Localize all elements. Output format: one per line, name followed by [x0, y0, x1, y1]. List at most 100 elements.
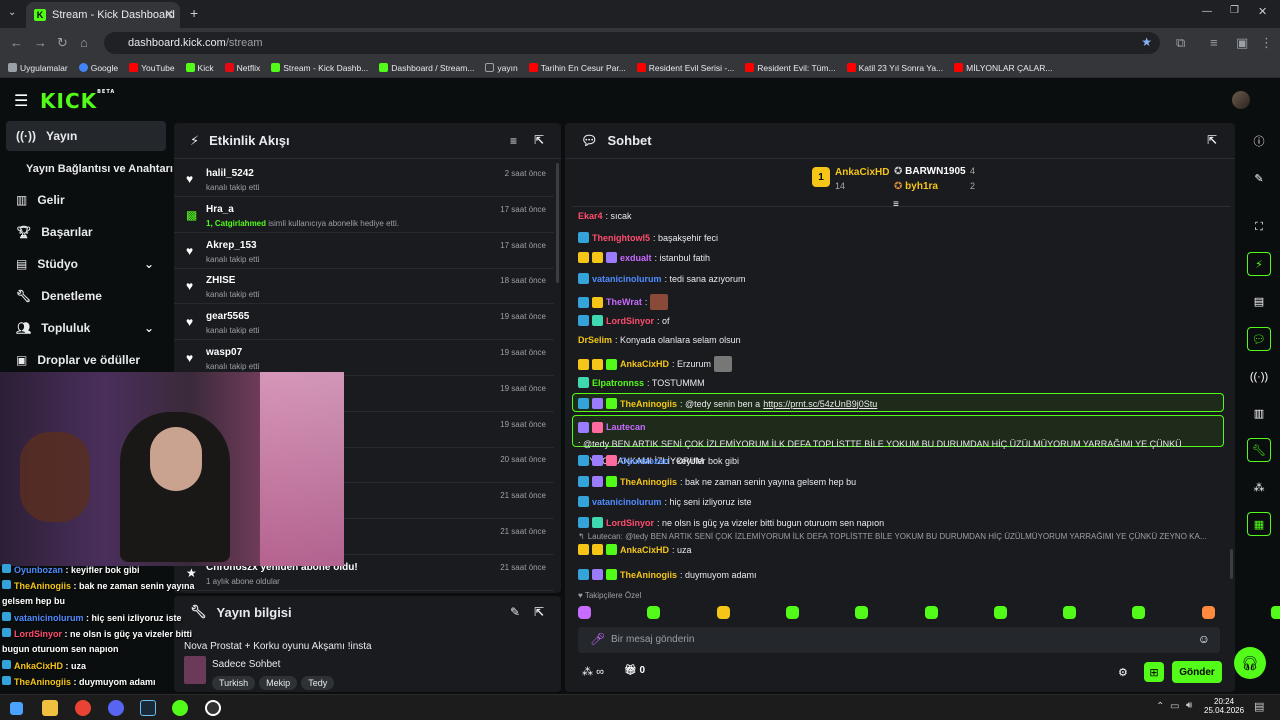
discord-icon[interactable]: [108, 700, 124, 716]
avatar[interactable]: [1232, 91, 1250, 109]
chat-username[interactable]: TheAninogiis: [620, 570, 677, 580]
edit-pencil-icon[interactable]: ✎: [510, 605, 520, 619]
activity-row[interactable]: ♥ wasp07 kanalı takip etti 19 saat önce: [174, 340, 554, 376]
chat-username[interactable]: TheAninogiis: [620, 477, 677, 487]
popout-icon[interactable]: ⇱: [1207, 133, 1217, 147]
forward-icon[interactable]: →: [34, 35, 47, 50]
scrollbar[interactable]: [1230, 549, 1233, 579]
emote-icon[interactable]: [716, 606, 730, 619]
chat-message[interactable]: AnkaCixHD: uza: [578, 544, 692, 555]
chat-link[interactable]: https://prnt.sc/54zUnB9j0Stu: [763, 399, 877, 409]
chat-username[interactable]: TheAninogiis: [620, 399, 677, 409]
chat-message[interactable]: vatanicinolurum: hiç seni izliyoruz iste: [578, 496, 752, 507]
tab-close-icon[interactable]: ✕: [164, 7, 174, 21]
wrench-icon[interactable]: 🔧︎: [1247, 438, 1271, 462]
reload-icon[interactable]: ↻: [57, 35, 68, 51]
broadcast-icon[interactable]: ((·)): [1249, 367, 1269, 387]
chat-message[interactable]: vatanicinolurum: tedi sana azıyorum: [578, 273, 746, 284]
chat-username[interactable]: AnkaCixHD: [620, 545, 669, 555]
chat-username[interactable]: Elpatronnss: [592, 378, 644, 388]
chat-username[interactable]: TheWrat: [606, 297, 642, 307]
bookmark-dashboard[interactable]: Dashboard / Stream...: [379, 63, 474, 73]
browser-tab[interactable]: K Stream - Kick Dashboard ✕: [26, 2, 180, 28]
hamburger-menu-icon[interactable]: ☰: [14, 91, 28, 111]
chat-username[interactable]: AnkaCixHD: [620, 359, 669, 369]
sidebar-item-stream-key[interactable]: Yayın Bağlantısı ve Anahtarı: [16, 154, 186, 184]
chat-message[interactable]: AnkaCixHD: Erzurum: [578, 356, 733, 372]
emote-icon[interactable]: [785, 606, 799, 619]
bookmark-stream[interactable]: Stream - Kick Dashb...: [271, 63, 368, 73]
steam-icon[interactable]: [140, 700, 156, 716]
emote-icon[interactable]: [993, 606, 1007, 619]
notes-icon[interactable]: ▤: [1249, 291, 1269, 311]
emote-icon[interactable]: [578, 606, 591, 619]
activity-row[interactable]: ♥ gear5565 kanalı takip etti 19 saat önce: [174, 304, 554, 341]
leaderboard-top-name[interactable]: AnkaCixHD: [835, 167, 889, 178]
chat-username[interactable]: vatanicinolurum: [592, 274, 662, 284]
tab-list-icon[interactable]: ⌄: [8, 7, 16, 18]
edit-pencil-icon[interactable]: ✎: [1249, 168, 1269, 188]
emote-icon[interactable]: [1271, 606, 1280, 619]
capture-icon[interactable]: ⛶: [1249, 217, 1269, 237]
minimize-icon[interactable]: —: [1202, 6, 1212, 17]
emote-icon[interactable]: [924, 606, 938, 619]
leaderboard-third-name[interactable]: ✪ byh1ra: [894, 181, 938, 192]
bookmark-video[interactable]: Resident Evil: Tüm...: [745, 63, 836, 73]
sidebar-item-topluluk[interactable]: 👥︎ Topluluk ⌄: [6, 313, 166, 343]
bookmark-apps[interactable]: Uygulamalar: [8, 63, 68, 73]
bookmark-video[interactable]: Tarihin En Cesur Par...: [528, 63, 626, 73]
popout-icon[interactable]: ⇱: [534, 605, 544, 619]
bookmark-video[interactable]: Resident Evil Serisi -...: [636, 63, 734, 73]
settings-gear-icon[interactable]: ⚙: [1118, 666, 1128, 679]
chat-username[interactable]: Oyunbozan: [620, 456, 669, 466]
send-button[interactable]: Gönder: [1172, 661, 1222, 683]
support-chat-icon[interactable]: 🎧︎: [1234, 647, 1266, 679]
chat-username[interactable]: LordSinyor: [606, 518, 654, 528]
gift-counter[interactable]: 🎁︎ 0: [624, 665, 645, 676]
chat-message[interactable]: Oyunbozan: keyifler bok gibi: [578, 455, 739, 466]
maximize-icon[interactable]: ❐: [1230, 5, 1239, 16]
activity-row[interactable]: ♥ halil_5242 kanalı takip etti 2 saat önce: [174, 161, 554, 197]
emote-icon[interactable]: [1132, 606, 1146, 619]
window-close-icon[interactable]: ✕: [1258, 5, 1267, 18]
chat-username[interactable]: DrSelim: [578, 335, 612, 345]
community-icon[interactable]: ⁂: [1249, 477, 1269, 497]
bookmark-folder[interactable]: yayın: [485, 63, 518, 73]
tray-expand-icon[interactable]: ⌃: [1156, 701, 1164, 712]
notification-icon[interactable]: ▤: [1254, 700, 1264, 713]
file-explorer-icon[interactable]: [42, 700, 58, 716]
bookmark-video[interactable]: Katil 23 Yıl Sonra Ya...: [846, 63, 943, 73]
back-icon[interactable]: ←: [10, 35, 23, 50]
chat-input[interactable]: 🎤︎ Bir mesaj gönderin ☺: [578, 627, 1220, 653]
sidebar-item-droplar[interactable]: ▣ Droplar ve ödüller: [6, 345, 166, 375]
activity-row[interactable]: ♥ ZHISE kanalı takip etti 18 saat önce: [174, 268, 554, 305]
microphone-icon[interactable]: 🎤︎: [590, 632, 605, 646]
popout-icon[interactable]: ⇱: [534, 133, 544, 147]
chat-message[interactable]: Ekar4: sıcak: [578, 211, 632, 221]
sidebar-item-basarilar[interactable]: 🏆︎ Başarılar: [6, 217, 166, 247]
start-icon[interactable]: [10, 702, 23, 715]
chat-username[interactable]: LordSinyor: [606, 316, 654, 326]
reply-preview[interactable]: ↰ Lautecan: @tedy BEN ARTIK SENİ ÇOK İZL…: [578, 532, 1207, 541]
sidebar-item-yayin[interactable]: ((·)) Yayın: [6, 121, 166, 151]
chat-message[interactable]: Elpatronnss: TOSTUMMM: [578, 377, 705, 388]
profile-icon[interactable]: ▣: [1236, 35, 1248, 51]
kick-logo[interactable]: KICKBETA: [40, 89, 115, 113]
chat-message[interactable]: LordSinyor: of: [578, 315, 670, 326]
expand-leaderboard-icon[interactable]: ≡: [893, 199, 899, 210]
chat-message[interactable]: TheWrat:: [578, 294, 669, 310]
sidebar-item-denetleme[interactable]: 🔧︎ Denetleme: [6, 281, 166, 311]
clapperboard-icon[interactable]: ▦: [1247, 512, 1271, 536]
tag-pill[interactable]: Mekip: [259, 676, 298, 690]
bookmark-star-icon[interactable]: ★: [1141, 35, 1152, 49]
chat-message[interactable]: exdualt: istanbul fatih: [578, 252, 710, 263]
clock[interactable]: 20:24 25.04.2026: [1204, 697, 1244, 715]
chat-username[interactable]: vatanicinolurum: [592, 497, 662, 507]
info-icon[interactable]: ⓘ: [1249, 131, 1269, 151]
chat-message[interactable]: TheAninogiis: duymuyom adamı: [578, 569, 757, 580]
chat-username[interactable]: exdualt: [620, 253, 652, 263]
emote-icon[interactable]: [855, 606, 869, 619]
bookmark-netflix[interactable]: Netflix: [224, 63, 260, 73]
chat-username[interactable]: Lautecan: [606, 420, 646, 434]
bookmark-video[interactable]: MİLYONLAR ÇALAR...: [954, 63, 1052, 73]
